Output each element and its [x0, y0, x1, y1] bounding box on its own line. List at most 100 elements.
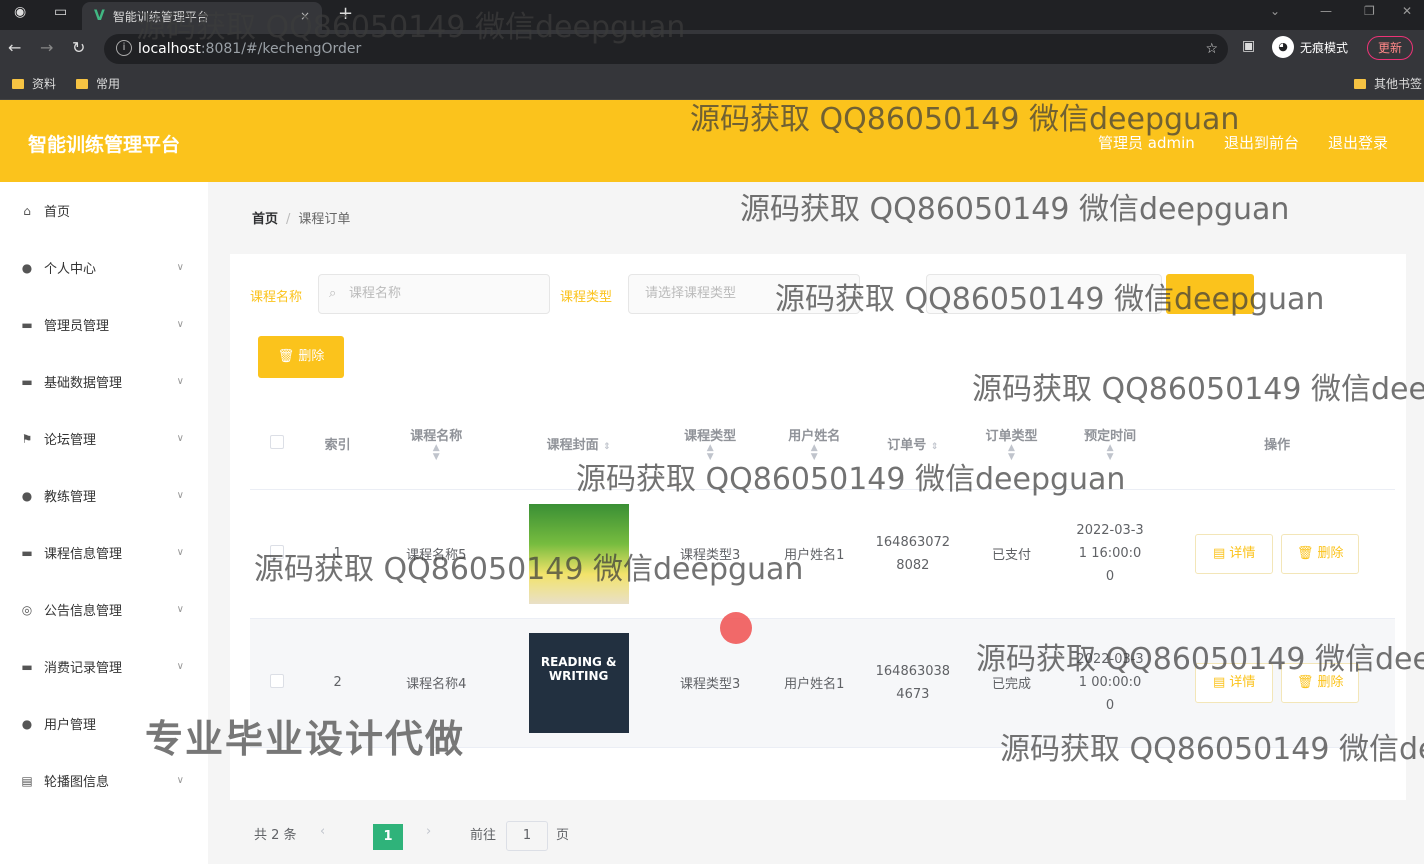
- watermark-text: 源码获取 QQ86050149 微信deepguan: [690, 102, 1240, 137]
- search-icon: ⌕: [329, 286, 337, 301]
- row-delete-button[interactable]: 🗑 删除: [1281, 533, 1360, 574]
- sidebar-item-label: 轮播图信息: [44, 775, 110, 790]
- header-course-name-label: 课程名称: [410, 429, 463, 445]
- header-course-name[interactable]: 课程名称 ▲ ▼: [370, 399, 502, 490]
- chevron-down-icon: ∨: [176, 319, 184, 330]
- sidebar-item-forum[interactable]: ⚑ 论坛管理 ∨: [0, 410, 208, 467]
- sidebar-item-notices[interactable]: ◎ 公告信息管理 ∨: [0, 581, 208, 638]
- sort-icon[interactable]: ⇕: [603, 442, 611, 452]
- cell-order-no: 1648630384673: [863, 618, 963, 748]
- sidebar-item-profile[interactable]: ● 个人中心 ∨: [0, 239, 208, 296]
- select-all-header: [250, 399, 305, 490]
- breadcrumb-separator: /: [286, 212, 291, 227]
- tab-search-icon[interactable]: ▭: [54, 4, 67, 20]
- page-1-button[interactable]: 1: [373, 824, 403, 850]
- header-order-type-label: 订单类型: [985, 429, 1038, 445]
- goto-prefix: 前往: [470, 828, 497, 843]
- vue-logo-icon: V: [94, 8, 105, 24]
- breadcrumb-home[interactable]: 首页: [252, 212, 278, 227]
- sort-icon[interactable]: ⇕: [931, 442, 939, 452]
- trash-icon: 🗑: [277, 349, 295, 364]
- course-cover-image: READING & WRITING: [528, 632, 629, 733]
- header-actions: 操作: [1159, 399, 1395, 490]
- bookmark-star-icon[interactable]: ☆: [1205, 41, 1218, 57]
- other-bookmarks[interactable]: 其他书签: [1354, 75, 1422, 92]
- chevron-down-icon: ∨: [176, 376, 184, 387]
- sort-icon[interactable]: ▲ ▼: [371, 444, 502, 462]
- carousel-icon: ▤: [21, 773, 33, 788]
- select-all-checkbox[interactable]: [270, 434, 285, 449]
- sidebar-item-label: 公告信息管理: [44, 604, 123, 619]
- globe-icon[interactable]: ◉: [14, 4, 26, 20]
- chevron-down-icon: ∨: [176, 604, 184, 615]
- chevron-down-icon: ∨: [176, 547, 184, 558]
- incognito-indicator[interactable]: ◕ 无痕模式: [1272, 36, 1348, 58]
- back-icon[interactable]: ←: [8, 38, 21, 57]
- logout-link[interactable]: 退出登录: [1328, 132, 1388, 153]
- home-icon: ⌂: [23, 203, 31, 218]
- watermark-text: 源码获取 QQ86050149 微信deepguan: [740, 192, 1290, 227]
- goto-page-input[interactable]: 1: [506, 821, 548, 851]
- detail-button[interactable]: ▤ 详情: [1195, 533, 1274, 574]
- sidebar-item-basic-data[interactable]: ▬ 基础数据管理 ∨: [0, 353, 208, 410]
- row-checkbox[interactable]: [270, 673, 285, 688]
- sidebar-item-label: 论坛管理: [44, 433, 97, 448]
- chevron-down-icon: ∨: [176, 775, 184, 786]
- cell-order-no: 1648630728082: [863, 489, 963, 619]
- sidebar-item-courses[interactable]: ▬ 课程信息管理 ∨: [0, 524, 208, 581]
- update-button[interactable]: 更新: [1367, 36, 1414, 60]
- bookmark-folder-changyong[interactable]: 常用: [76, 75, 120, 92]
- chevron-down-icon: ∨: [176, 262, 184, 273]
- user-icon: ●: [21, 260, 33, 275]
- sidebar-item-home[interactable]: ⌂ 首页: [0, 182, 208, 239]
- sidebar-item-records[interactable]: ▬ 消费记录管理 ∨: [0, 638, 208, 695]
- course-name-search-input[interactable]: ⌕ 课程名称: [318, 274, 550, 314]
- goto-suffix: 页: [556, 828, 570, 843]
- header-index: 索引: [304, 399, 371, 490]
- sidebar-item-label: 个人中心: [44, 262, 97, 277]
- cell-booking-time: 2022-03-31 16:00:00: [1060, 489, 1160, 619]
- prev-page-button[interactable]: ‹: [320, 824, 325, 839]
- detail-icon: ▤: [1212, 545, 1226, 561]
- watermark-text: 源码获取 QQ86050149 微信deepguan: [972, 372, 1424, 407]
- folder-icon: [76, 78, 88, 89]
- detail-label: 详情: [1229, 545, 1256, 561]
- sidebar-item-admins[interactable]: ▬ 管理员管理 ∨: [0, 296, 208, 353]
- course-type-placeholder: 请选择课程类型: [645, 286, 737, 301]
- folder-icon: [1354, 78, 1366, 89]
- row-delete-label: 删除: [1317, 545, 1344, 561]
- minimize-icon[interactable]: —: [1320, 4, 1332, 18]
- sidebar-item-label: 用户管理: [44, 718, 97, 733]
- course-name-placeholder: 课程名称: [349, 286, 402, 301]
- bulk-delete-label: 删除: [298, 349, 325, 364]
- site-info-icon[interactable]: i: [116, 40, 132, 56]
- breadcrumb-current: 课程订单: [298, 212, 351, 227]
- sidebar-item-label: 消费记录管理: [44, 661, 123, 676]
- cell-order-type: 已支付: [962, 489, 1061, 619]
- chevron-down-icon[interactable]: ⌄: [1270, 4, 1280, 18]
- bulk-delete-button[interactable]: 🗑 删除: [258, 336, 344, 378]
- notice-icon: ◎: [21, 602, 33, 617]
- cell-actions: ▤ 详情 🗑 删除: [1159, 489, 1395, 619]
- header-booking-time-label: 预定时间: [1084, 429, 1137, 445]
- next-page-button[interactable]: ›: [426, 824, 431, 839]
- bookmark-folder-ziliao[interactable]: 资料: [12, 75, 56, 92]
- sidebar-item-label: 教练管理: [44, 490, 97, 505]
- course-name-filter-label: 课程名称: [250, 290, 303, 305]
- app-title: 智能训练管理平台: [28, 134, 181, 156]
- course-icon: ▬: [21, 545, 33, 560]
- watermark-text: 源码获取 QQ86050149 微信deepguan: [1000, 732, 1424, 767]
- breadcrumb: 首页 / 课程订单: [252, 208, 350, 227]
- header-order-no-label: 订单号: [887, 438, 927, 454]
- close-window-icon[interactable]: ✕: [1402, 4, 1412, 18]
- watermark-text: 源码获取 QQ86050149 微信deepguan: [976, 642, 1424, 677]
- header-course-type-label: 课程类型: [684, 429, 737, 445]
- forward-icon[interactable]: →: [40, 38, 53, 57]
- restore-icon[interactable]: ❐: [1364, 4, 1375, 18]
- users-icon: ●: [21, 716, 33, 731]
- sidebar-item-label: 基础数据管理: [44, 376, 123, 391]
- side-panel-icon[interactable]: ▣: [1242, 38, 1255, 54]
- reload-icon[interactable]: ↻: [72, 38, 85, 57]
- sidebar-item-coaches[interactable]: ● 教练管理 ∨: [0, 467, 208, 524]
- sidebar-item-label: 课程信息管理: [44, 547, 123, 562]
